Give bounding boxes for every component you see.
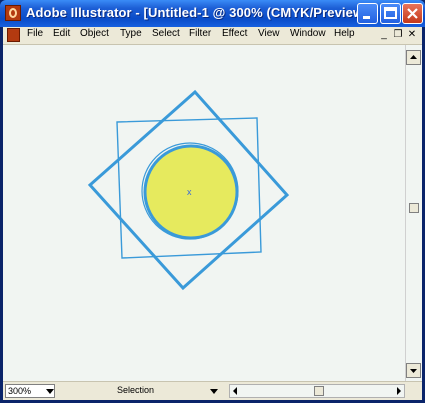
artwork: x bbox=[87, 89, 290, 291]
doc-restore-button[interactable]: ❐ bbox=[392, 29, 404, 41]
doc-close-button[interactable]: ✕ bbox=[406, 29, 418, 41]
status-tool-label: Selection bbox=[117, 385, 155, 395]
menu-bar: File Edit Object Type Select Filter Effe… bbox=[3, 27, 422, 45]
window-title: Adobe Illustrator - [Untitled-1 @ 300% (… bbox=[26, 5, 376, 20]
artboard-canvas[interactable]: x bbox=[3, 45, 405, 381]
minimize-button[interactable] bbox=[357, 3, 378, 24]
arrow-down-icon bbox=[410, 369, 417, 373]
vertical-scrollbar[interactable] bbox=[405, 45, 422, 381]
menu-help[interactable]: Help bbox=[334, 28, 355, 39]
arrow-up-icon bbox=[410, 55, 417, 59]
menu-edit[interactable]: Edit bbox=[53, 28, 70, 39]
scroll-up-button[interactable] bbox=[406, 50, 421, 65]
close-button[interactable] bbox=[402, 3, 423, 24]
arrow-right-icon[interactable] bbox=[394, 385, 404, 397]
scroll-down-button[interactable] bbox=[406, 363, 421, 378]
document-icon[interactable] bbox=[7, 28, 20, 42]
menu-select[interactable]: Select bbox=[152, 28, 180, 39]
close-icon bbox=[407, 8, 418, 19]
app-window: Adobe Illustrator - [Untitled-1 @ 300% (… bbox=[0, 0, 425, 403]
illustrator-icon[interactable] bbox=[5, 5, 21, 21]
status-dropdown-button[interactable] bbox=[209, 385, 219, 397]
status-bar: 300% Selection bbox=[3, 381, 422, 400]
title-bar[interactable]: Adobe Illustrator - [Untitled-1 @ 300% (… bbox=[0, 0, 425, 27]
zoom-dropdown-button[interactable] bbox=[45, 385, 55, 397]
menu-file[interactable]: File bbox=[27, 28, 43, 39]
arrow-left-icon[interactable] bbox=[230, 385, 240, 397]
menu-object[interactable]: Object bbox=[80, 28, 109, 39]
center-point-marker: x bbox=[187, 187, 192, 197]
status-chevron-icon bbox=[210, 389, 218, 394]
horizontal-scrollbar[interactable] bbox=[229, 384, 405, 398]
doc-minimize-button[interactable]: _ bbox=[378, 29, 390, 41]
menu-view[interactable]: View bbox=[258, 28, 280, 39]
horizontal-scroll-thumb[interactable] bbox=[314, 386, 324, 396]
chevron-down-icon bbox=[46, 389, 54, 394]
maximize-button[interactable] bbox=[380, 3, 401, 24]
vertical-scroll-thumb[interactable] bbox=[409, 203, 419, 213]
menu-effect[interactable]: Effect bbox=[222, 28, 247, 39]
menu-type[interactable]: Type bbox=[120, 28, 142, 39]
menu-window[interactable]: Window bbox=[290, 28, 326, 39]
minimize-icon bbox=[363, 16, 370, 19]
maximize-icon bbox=[384, 7, 397, 19]
menu-filter[interactable]: Filter bbox=[189, 28, 211, 39]
